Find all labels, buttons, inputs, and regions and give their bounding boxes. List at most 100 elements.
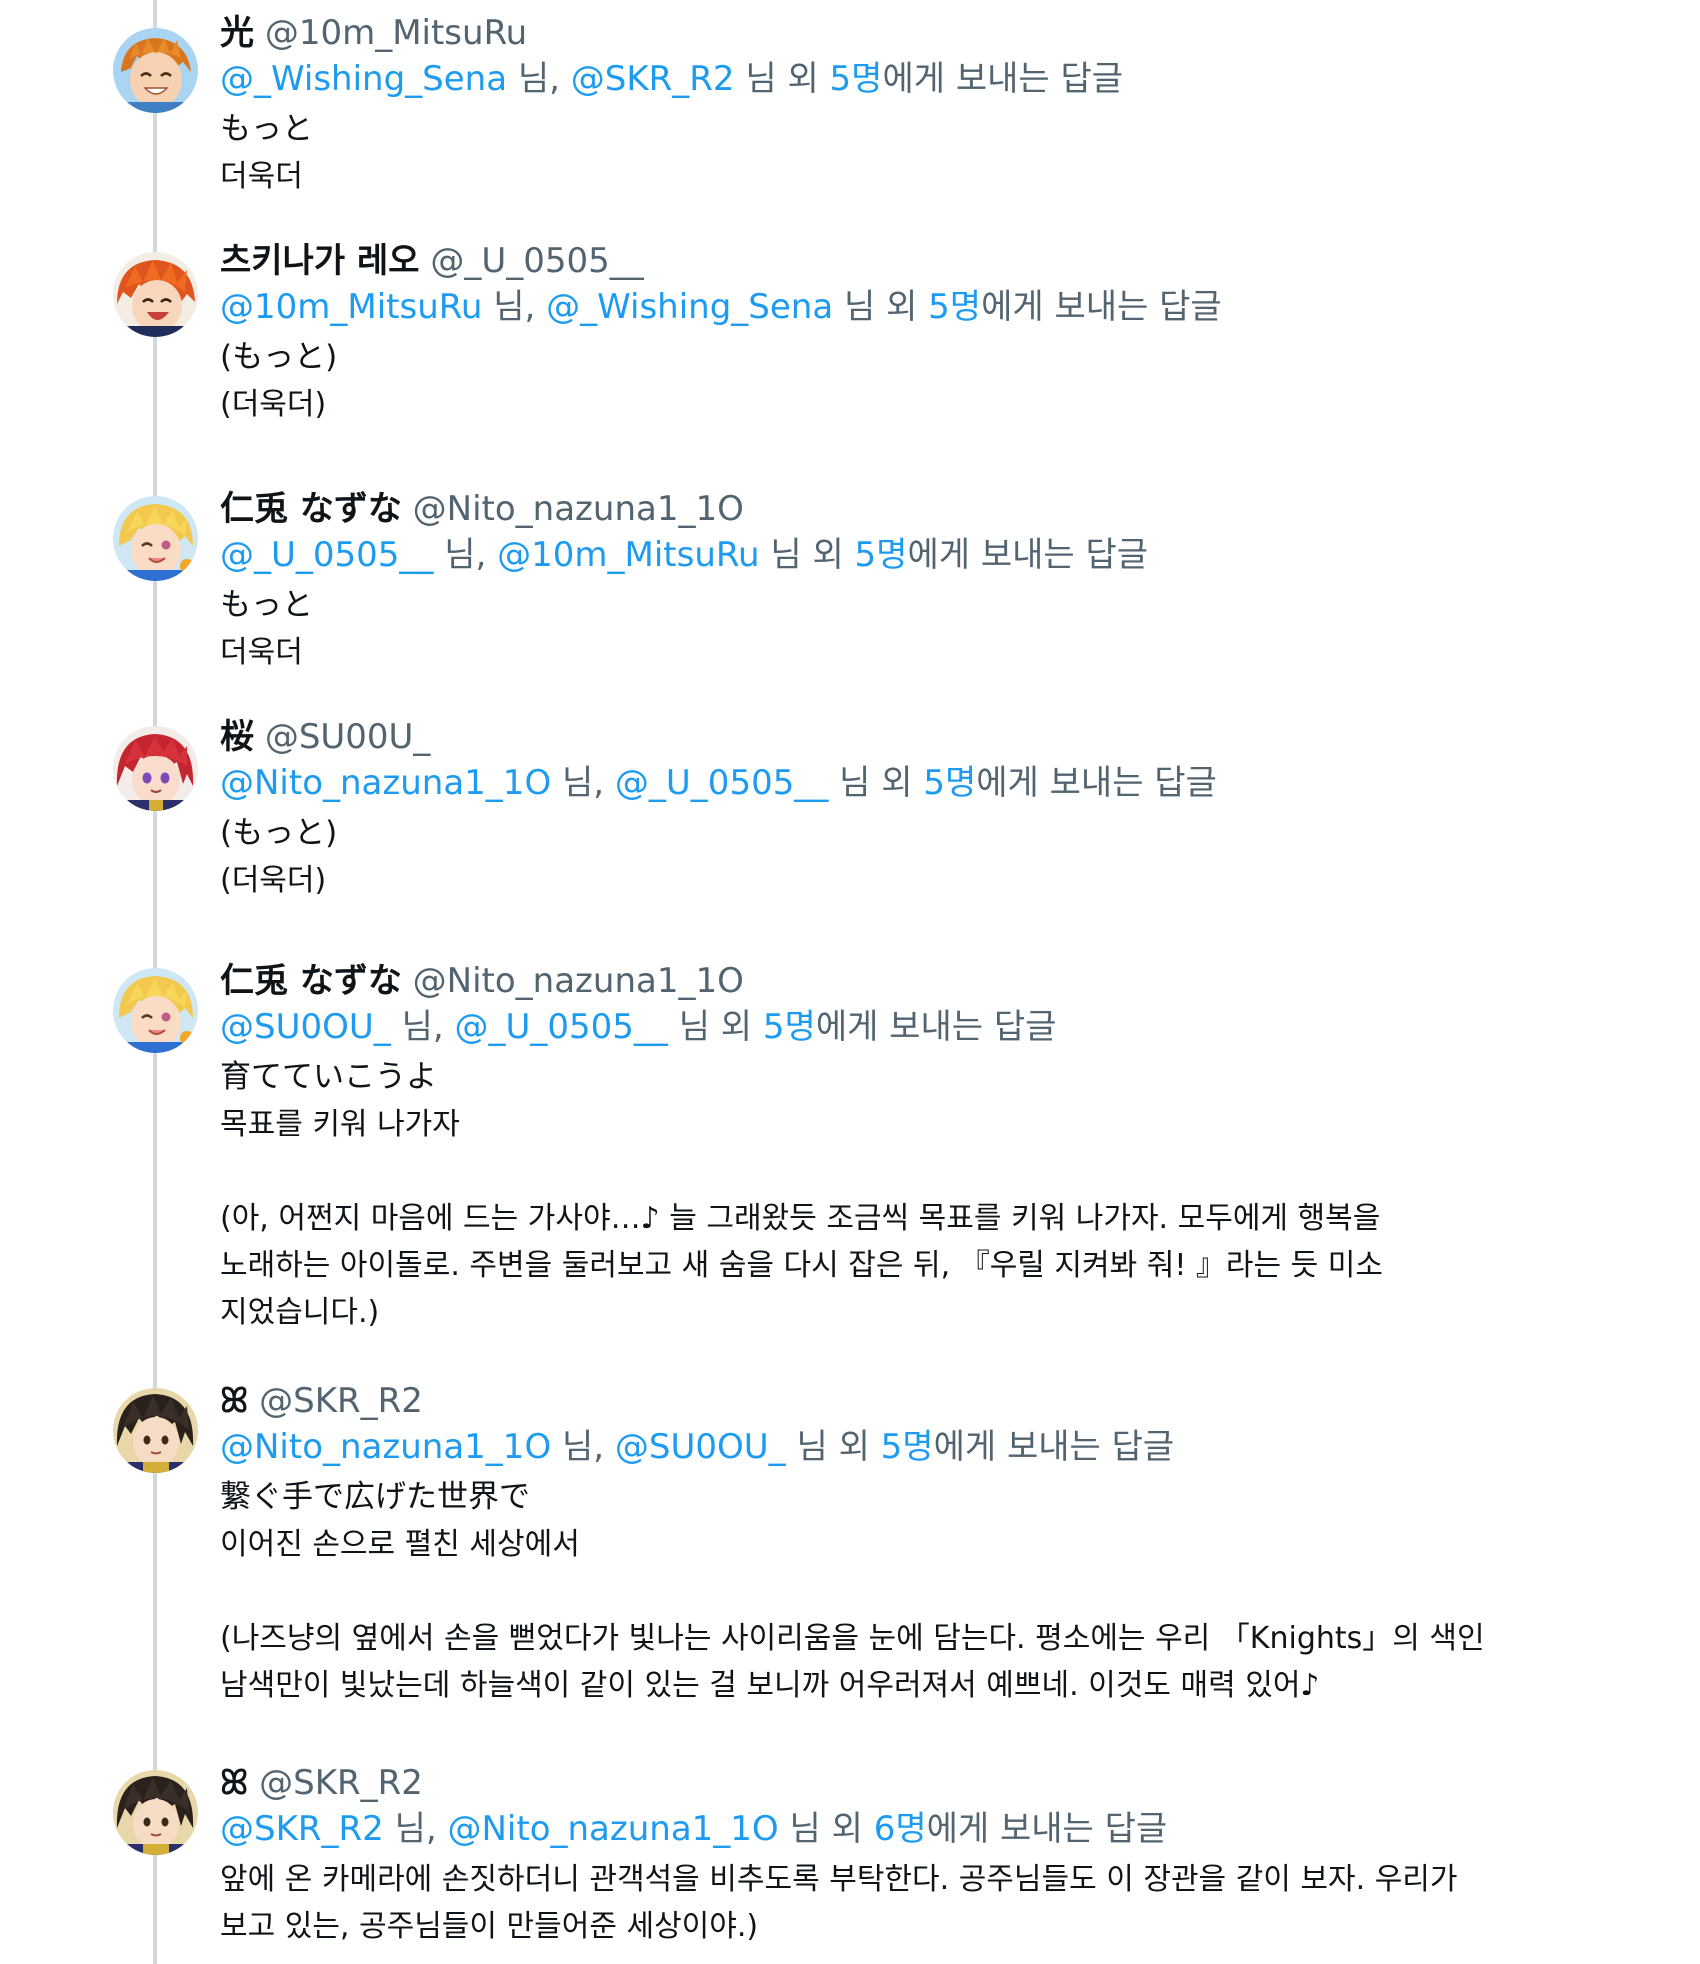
tweet-text-line: 남색만이 빛났는데 하늘색이 같이 있는 걸 보니까 어우러져서 예쁘네. 이것… [220,1668,1320,1703]
tweet-text-line: (더욱더) [220,387,327,422]
reply-to-line: @SKR_R2 님, @Nito_nazuna1_1O 님 외 6명에게 보내는… [220,1806,1580,1852]
reply-nim-label: 님, [401,1007,444,1047]
reply-nim-label: 님, [394,1809,437,1849]
reply-mention[interactable]: @SKR_R2 [220,1809,384,1849]
reply-mention[interactable]: @SU0OU_ [220,1007,391,1047]
reply-oe-label: 외 [881,763,913,803]
tweet-body: 育てていこうよ 목표를 키워 나가자 (아, 어쩐지 마음에 드는 가사야…♪ … [220,1054,1580,1336]
reply-oe-label: 외 [886,287,918,327]
tweet-text-line [220,1148,1580,1195]
display-name[interactable]: 仁兎 なずな [220,961,402,1001]
reply-oe-label: 외 [812,535,844,575]
reply-nim-label: 님 [678,1007,710,1047]
reply-nim-label: 님, [562,763,605,803]
reply-to-line: @_Wishing_Sena 님, @SKR_R2 님 외 5명에게 보내는 답… [220,56,1580,102]
tweet-text-line: (もっと) [220,815,338,851]
display-name[interactable]: ꕤ [220,1763,248,1803]
reply-oe-label: 외 [838,1427,870,1467]
reply-oe-label: 외 [720,1007,753,1047]
reply-to-line: @SU0OU_ 님, @_U_0505__ 님 외 5명에게 보내는 답글 [220,1004,1580,1050]
reply-nim-label: 님 [789,1809,821,1849]
tweet-text-line: 더욱더 [220,635,303,670]
tweet-header: 桜 @SU00U_ [220,714,1580,760]
tweet-text-line: (もっと) [220,339,338,375]
tweet-body: (もっと) (더욱더) [220,810,1580,904]
reply-to-line: @Nito_nazuna1_1O 님, @_U_0505__ 님 외 5명에게 … [220,760,1580,806]
avatar[interactable] [113,1388,198,1473]
reply-others-count[interactable]: 5명 [928,287,981,327]
reply-nim-label: 님 [745,59,777,99]
reply-suffix-label: 에게 보내는 답글 [926,1809,1168,1849]
reply-others-count[interactable]: 5명 [855,535,908,575]
display-name[interactable]: 츠키나가 레오 [220,241,420,281]
tweet-header: 츠키나가 레오 @_U_0505__ [220,238,1580,284]
reply-nim-label: 님, [493,287,536,327]
reply-oe-label: 외 [787,59,819,99]
reply-suffix-label: 에게 보내는 답글 [981,287,1222,327]
reply-nim-label: 님 [796,1427,828,1467]
display-name[interactable]: ꕤ [220,1381,248,1421]
user-handle[interactable]: @_U_0505__ [430,241,643,281]
tweet-text-line: (나즈냥의 옆에서 손을 뻗었다가 빛나는 사이리움을 눈에 담는다. 평소에는… [220,1621,1485,1656]
tweet-text-line: 목표를 키워 나가자 [220,1107,460,1142]
reply-others-count[interactable]: 6명 [874,1809,927,1849]
display-name[interactable]: 桜 [220,717,254,757]
avatar-dark-hair-icon [113,1388,198,1473]
user-handle[interactable]: @Nito_nazuna1_1O [413,961,744,1001]
reply-suffix-label: 에게 보내는 답글 [933,1427,1175,1467]
reply-others-count[interactable]: 5명 [830,59,883,99]
reply-suffix-label: 에게 보내는 답글 [907,535,1149,575]
user-handle[interactable]: @10m_MitsuRu [265,13,527,53]
tweet-header: 仁兎 なずな @Nito_nazuna1_1O [220,958,1580,1004]
reply-mention[interactable]: @10m_MitsuRu [497,535,759,575]
user-handle[interactable]: @SU00U_ [265,717,431,757]
reply-mention[interactable]: @_U_0505__ [454,1007,667,1047]
avatar-orange-hair-smiling-icon [113,28,198,113]
user-handle[interactable]: @SKR_R2 [259,1381,423,1421]
reply-mention[interactable]: @_Wishing_Sena [220,59,507,99]
tweet-header: ꕤ @SKR_R2 [220,1760,1580,1806]
user-handle[interactable]: @SKR_R2 [259,1763,423,1803]
tweet-text-line: 繋ぐ手で広げた世界で [220,1479,530,1515]
tweet-body: 앞에 온 카메라에 손짓하더니 관객석을 비추도록 부탁한다. 공주님들도 이 … [220,1856,1580,1950]
reply-mention[interactable]: @_U_0505__ [220,535,433,575]
avatar[interactable] [113,496,198,581]
avatar[interactable] [113,968,198,1053]
reply-oe-label: 외 [831,1809,863,1849]
reply-mention[interactable]: @Nito_nazuna1_1O [447,1809,778,1849]
display-name[interactable]: 光 [220,13,254,53]
tweet-text-line: 育てていこうよ [220,1059,437,1095]
reply-others-count[interactable]: 5명 [881,1427,934,1467]
reply-others-count[interactable]: 5명 [763,1007,816,1047]
display-name[interactable]: 仁兎 なずな [220,489,402,529]
reply-mention[interactable]: @Nito_nazuna1_1O [220,763,551,803]
reply-mention[interactable]: @_Wishing_Sena [546,287,833,327]
tweet-body: (もっと) (더욱더) [220,334,1580,428]
reply-others-count[interactable]: 5명 [923,763,976,803]
reply-mention[interactable]: @Nito_nazuna1_1O [220,1427,551,1467]
reply-nim-label: 님, [562,1427,605,1467]
tweet-body: 繋ぐ手で広げた世界で 이어진 손으로 펼친 세상에서 (나즈냥의 옆에서 손을 … [220,1474,1580,1709]
user-handle[interactable]: @Nito_nazuna1_1O [413,489,744,529]
avatar[interactable] [113,252,198,337]
avatar[interactable] [113,28,198,113]
tweet-text-line: もっと [220,111,313,147]
tweet-text-line: もっと [220,587,313,623]
tweet-text-line: 이어진 손으로 펼친 세상에서 [220,1527,580,1562]
reply-mention[interactable]: @_U_0505__ [615,763,828,803]
tweet-header: 光 @10m_MitsuRu [220,10,1580,56]
reply-nim-label: 님 [839,763,871,803]
tweet-text-line: 보고 있는, 공주님들이 만들어준 세상이야.) [220,1909,759,1944]
avatar-dark-hair-icon [113,1770,198,1855]
avatar[interactable] [113,1770,198,1855]
reply-mention[interactable]: @10m_MitsuRu [220,287,482,327]
avatar-red-orange-hair-laughing-icon [113,252,198,337]
reply-nim-label: 님 [770,535,802,575]
reply-nim-label: 님 [843,287,876,327]
tweet-header: 仁兎 なずな @Nito_nazuna1_1O [220,486,1580,532]
tweet-text-line: 더욱더 [220,159,303,194]
avatar[interactable] [113,726,198,811]
reply-suffix-label: 에게 보내는 답글 [882,59,1124,99]
reply-mention[interactable]: @SU0OU_ [615,1427,786,1467]
reply-mention[interactable]: @SKR_R2 [571,59,735,99]
